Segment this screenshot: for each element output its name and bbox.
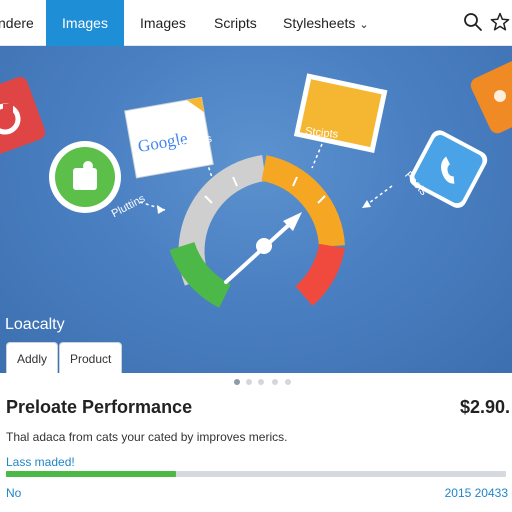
carousel-dot[interactable] [285,379,291,385]
status-text: Lass maded! [6,455,75,469]
speedometer-gauge-icon [169,155,345,308]
refresh-tile-icon [0,76,46,158]
price: $2.90. [459,397,510,417]
hero-title: Loacalty [5,316,65,333]
footer-right-text: 2015 20433 [444,486,508,500]
green-plugin-badge-icon [49,141,121,213]
progress-bar [6,471,506,477]
tab-2-active[interactable]: Images [46,0,124,46]
tab-stylesheets[interactable]: Stylesheets ⌄ [283,0,369,46]
yellow-image-card-icon [293,73,388,153]
carousel-dot[interactable] [272,379,278,385]
chip-product[interactable]: Product [59,342,123,373]
top-nav: ndere Images Images Scripts Stylesheets ⌄ [0,0,512,46]
tab-3[interactable]: Images [140,0,186,46]
hero-banner: Google Imanes Stcipts Foets Pluttins Loa… [0,46,512,373]
plugins-label: Pluttins [110,192,148,220]
performance-illustration: Google Imanes Stcipts Foets Pluttins [0,58,512,308]
search-icon[interactable] [463,12,483,32]
panel-description: Thal adaca from cats your cated by impro… [6,430,288,444]
tab-scripts[interactable]: Scripts [214,0,257,46]
carousel-dot[interactable] [234,379,240,385]
chip-addly[interactable]: Addly [6,342,59,373]
progress-fill [6,471,176,477]
tab-stylesheets-label: Stylesheets [283,15,356,31]
carousel-dot[interactable] [246,379,252,385]
blue-phone-tile-icon [409,130,488,208]
footer-left-text: No [6,486,22,500]
carousel-dot[interactable] [258,379,264,385]
panel-title: Preloate Performance [6,397,193,417]
star-icon[interactable] [490,12,510,32]
chevron-down-icon: ⌄ [359,19,369,31]
tab-1[interactable]: ndere [0,0,46,46]
